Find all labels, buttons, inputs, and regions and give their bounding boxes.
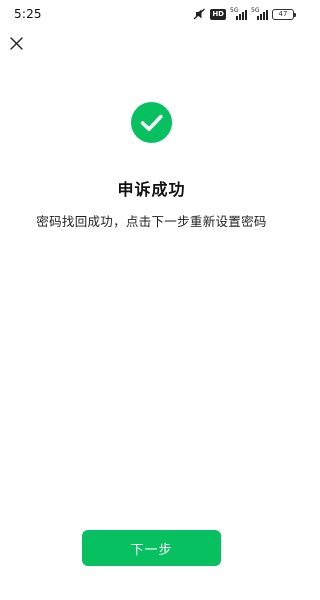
success-check-icon [131,102,172,143]
signal-label: 5G [251,7,260,14]
result-description: 密码找回成功，点击下一步重新设置密码 [36,214,267,229]
battery-level: 47 [278,9,288,18]
close-button[interactable] [6,33,26,53]
next-button[interactable]: 下一步 [82,530,221,566]
battery-icon: 47 [272,8,296,20]
result-title: 申诉成功 [117,180,186,199]
signal-icon: 5G [251,7,268,20]
status-time: 5:25 [14,7,42,21]
hd-icon: HD [210,8,226,20]
signal-label: 5G [230,7,239,14]
signal-icon: 5G [230,7,247,20]
mute-icon [193,8,206,20]
close-icon [9,36,23,50]
status-icons: HD 5G 5G 47 [193,7,296,21]
status-bar: 5:25 HD 5G 5G 47 [0,0,303,30]
